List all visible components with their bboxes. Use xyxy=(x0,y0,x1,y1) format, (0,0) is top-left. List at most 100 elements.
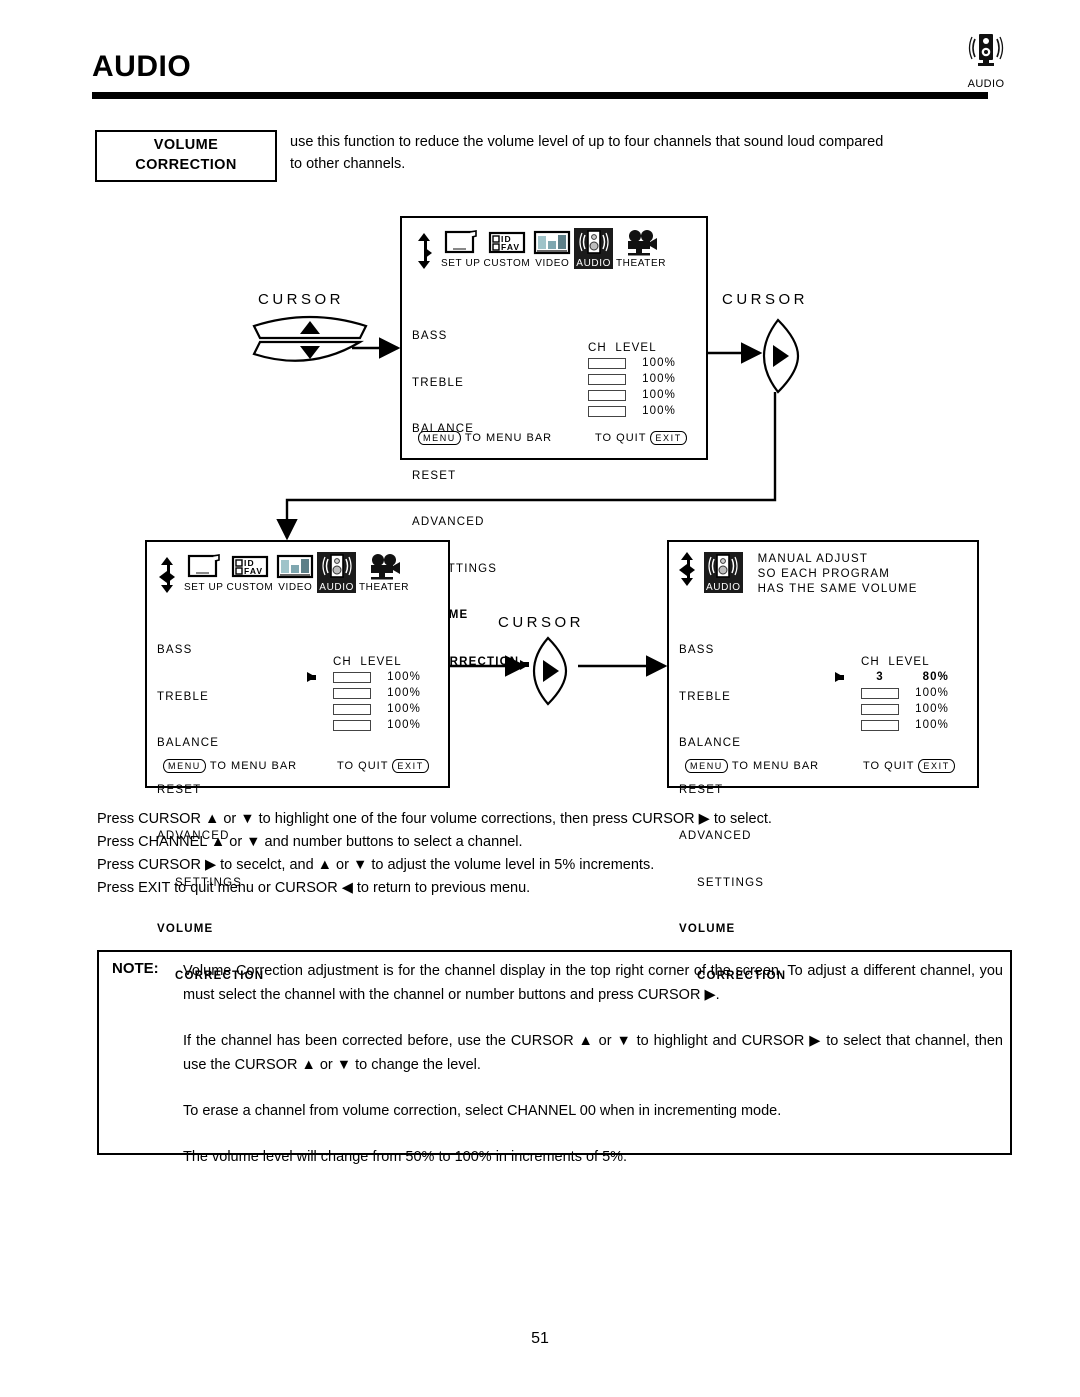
callout-description-line-2: to other channels. xyxy=(290,155,406,172)
menu-tab-label: AUDIO xyxy=(319,582,354,593)
menu-tab-label: THEATER xyxy=(615,258,667,269)
note-body: Volume Correction adjustment is for the … xyxy=(183,959,1003,1169)
osd-footer-menu[interactable]: MENU TO MENU BAR xyxy=(414,431,552,445)
menu-item-reset[interactable]: RESET xyxy=(679,783,786,799)
table-row[interactable]: 100% xyxy=(861,686,949,700)
osd-footer-quit[interactable]: TO QUIT EXIT xyxy=(595,431,691,445)
menu-item-reset[interactable]: RESET xyxy=(412,469,519,485)
ch-level-table: CH LEVEL 3 80% 100% 100% 100% xyxy=(835,656,949,734)
menu-tab-label: AUDIO xyxy=(706,582,741,593)
level-value: 100% xyxy=(642,389,676,401)
table-row[interactable]: 100% xyxy=(333,686,421,700)
menu-tab-video[interactable]: VIDEO xyxy=(276,553,314,593)
ch-level-table: CH LEVEL 100% 100% 100% 100% xyxy=(307,656,421,734)
osd-help-text: MANUAL ADJUST SO EACH PROGRAM HAS THE SA… xyxy=(758,552,918,597)
menu-key-button[interactable]: MENU xyxy=(418,431,461,445)
table-row[interactable]: 100% xyxy=(861,718,949,732)
table-row[interactable]: 100% xyxy=(588,388,676,402)
osd-footer-menu[interactable]: MENU TO MENU BAR xyxy=(159,759,297,773)
menu-tab-theater[interactable]: THEATER xyxy=(616,229,666,269)
osd-footer-quit[interactable]: TO QUIT EXIT xyxy=(863,759,959,773)
exit-key-button[interactable]: EXIT xyxy=(650,431,687,445)
nav-cluster-icon xyxy=(679,552,699,586)
menu-item-volume[interactable]: VOLUME xyxy=(157,923,213,935)
ch-box[interactable] xyxy=(333,719,371,731)
ch-box[interactable] xyxy=(588,389,626,401)
page-number: 51 xyxy=(531,1330,549,1347)
callout-description: use this function to reduce the volume l… xyxy=(290,132,1018,176)
osd-panel-volume-correction-row-selected[interactable]: SET UP IDFAV CUSTOM VIDEO AUDIO THEATER xyxy=(145,540,450,982)
ch-box[interactable] xyxy=(861,719,899,731)
ch-box[interactable] xyxy=(588,373,626,385)
level-value: 100% xyxy=(642,373,676,385)
cursor-right-pad-icon[interactable] xyxy=(755,318,801,394)
osd-panel-volume-correction-adjusted[interactable]: AUDIO MANUAL ADJUST SO EACH PROGRAM HAS … xyxy=(667,540,979,982)
ch-box[interactable] xyxy=(588,405,626,417)
menu-footer-text: TO MENU BAR xyxy=(464,432,553,444)
menu-item-balance[interactable]: BALANCE xyxy=(679,736,786,752)
menu-tab-audio[interactable]: AUDIO xyxy=(317,552,356,593)
osd-audio-header[interactable]: AUDIO MANUAL ADJUST SO EACH PROGRAM HAS … xyxy=(679,552,918,597)
menu-item-advanced[interactable]: ADVANCED xyxy=(412,515,519,531)
level-value: 100% xyxy=(387,687,421,699)
menu-item-balance[interactable]: BALANCE xyxy=(157,736,264,752)
level-value: 100% xyxy=(915,687,949,699)
menu-key-button[interactable]: MENU xyxy=(685,759,728,773)
level-value: 100% xyxy=(387,671,421,683)
table-row[interactable]: 100% xyxy=(861,702,949,716)
menu-tab-set-up[interactable]: SET UP xyxy=(441,229,481,269)
ch-box[interactable] xyxy=(588,357,626,369)
quit-footer-text: TO QUIT xyxy=(595,432,647,444)
ch-box[interactable] xyxy=(861,687,899,699)
osd-footer-menu[interactable]: MENU TO MENU BAR xyxy=(681,759,819,773)
menu-tab-label: AUDIO xyxy=(576,258,611,269)
menu-key-button[interactable]: MENU xyxy=(163,759,206,773)
page-title: AUDIO xyxy=(92,50,192,83)
menu-tab-audio[interactable]: AUDIO xyxy=(704,552,743,593)
menu-item-bass[interactable]: BASS xyxy=(412,329,519,345)
menu-item-treble[interactable]: TREBLE xyxy=(679,690,786,706)
menu-item-reset[interactable]: RESET xyxy=(157,783,264,799)
id-fav-icon: ID FAV xyxy=(231,553,269,581)
osd-menu-bar[interactable]: SET UP ID FAV CUSTOM VIDEO AUDIO THEATER xyxy=(416,228,669,269)
level-value: 80% xyxy=(922,671,949,683)
level-value: 100% xyxy=(642,357,676,369)
menu-tab-audio[interactable]: AUDIO xyxy=(574,228,613,269)
table-row[interactable]: 100% xyxy=(588,404,676,418)
cursor-right-pad-icon-middle[interactable] xyxy=(525,636,571,706)
menu-item-treble[interactable]: TREBLE xyxy=(157,690,264,706)
menu-item-treble[interactable]: TREBLE xyxy=(412,376,519,392)
menu-tab-custom[interactable]: ID FAV CUSTOM xyxy=(227,553,274,593)
ch-box[interactable] xyxy=(333,703,371,715)
menu-item-volume[interactable]: VOLUME xyxy=(679,923,735,935)
ch-number[interactable]: 3 xyxy=(861,671,899,683)
ch-box[interactable] xyxy=(333,671,371,683)
callout-description-line-1: use this function to reduce the volume l… xyxy=(290,134,884,150)
cursor-updown-pad-icon[interactable] xyxy=(250,312,370,368)
ch-box[interactable] xyxy=(333,687,371,699)
menu-tab-video[interactable]: VIDEO xyxy=(533,229,571,269)
table-row[interactable]: 100% xyxy=(307,670,421,684)
selection-arrow-icon xyxy=(835,672,844,682)
video-bars-icon xyxy=(276,553,314,581)
osd-footer-quit[interactable]: TO QUIT EXIT xyxy=(337,759,433,773)
table-row[interactable]: 100% xyxy=(333,702,421,716)
osd-menu-bar[interactable]: SET UP ID FAV CUSTOM VIDEO AUDIO THEATER xyxy=(159,552,412,593)
exit-key-button[interactable]: EXIT xyxy=(918,759,955,773)
osd-panel-volume-correction-entry[interactable]: SET UP IDFAV CUSTOM VIDEO AUDIO THEATER xyxy=(400,216,708,670)
menu-tab-label: CUSTOM xyxy=(483,258,531,269)
table-row[interactable]: 100% xyxy=(588,356,676,370)
menu-item-bass[interactable]: BASS xyxy=(679,643,786,659)
table-row[interactable]: 3 80% xyxy=(835,670,949,684)
table-row[interactable]: 100% xyxy=(333,718,421,732)
menu-tab-theater[interactable]: THEATER xyxy=(359,553,409,593)
menu-item-bass[interactable]: BASS xyxy=(157,643,264,659)
exit-key-button[interactable]: EXIT xyxy=(392,759,429,773)
level-value: 100% xyxy=(387,719,421,731)
ch-box[interactable] xyxy=(861,703,899,715)
menu-tab-custom[interactable]: ID FAV CUSTOM xyxy=(484,229,531,269)
ch-level-header: CH LEVEL xyxy=(588,342,657,354)
table-row[interactable]: 100% xyxy=(588,372,676,386)
speaker-icon xyxy=(320,553,354,581)
menu-tab-set-up[interactable]: SET UP xyxy=(184,553,224,593)
